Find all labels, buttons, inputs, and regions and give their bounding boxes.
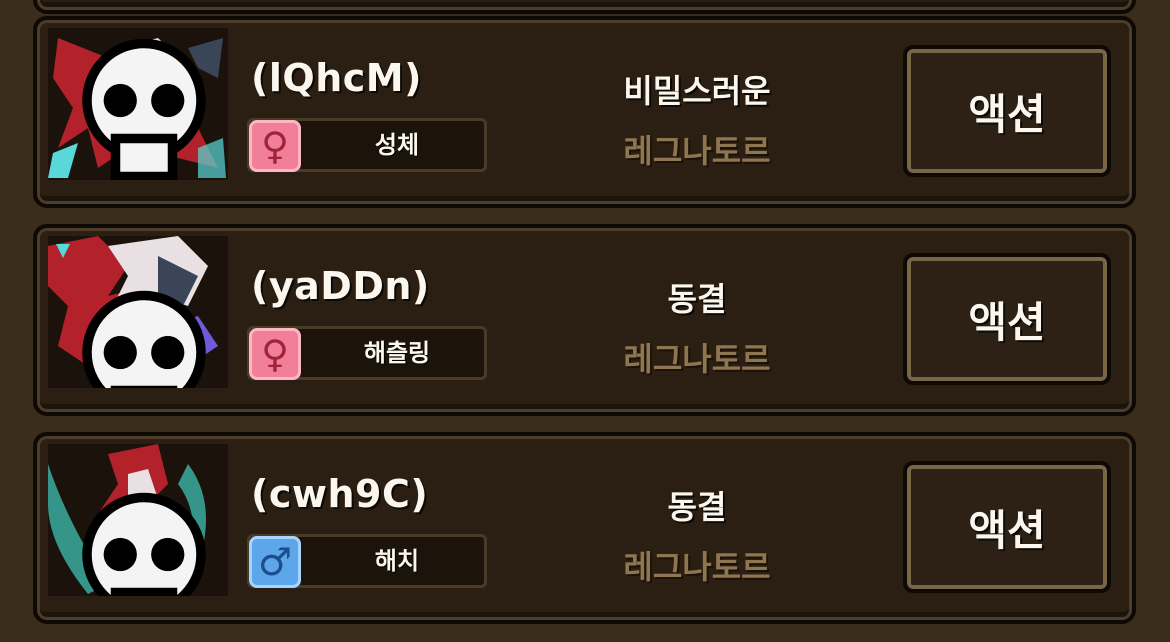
monster-state: 동결 [667, 488, 727, 526]
monster-portrait [48, 236, 228, 388]
action-button-label: 액션 [968, 505, 1046, 555]
monster-portrait [48, 444, 228, 596]
female-icon: ♀ [249, 120, 301, 172]
monster-species: 레그나토르 [623, 132, 771, 170]
skull-icon [82, 492, 206, 596]
monster-card[interactable]: (cwh9C) ♂ 해치 동결 레그나토르 액션 [33, 432, 1136, 624]
monster-name: (cwh9C) [251, 472, 429, 516]
skull-icon [82, 38, 206, 180]
monster-state: 동결 [667, 280, 727, 318]
skull-icon [82, 290, 206, 388]
monster-card[interactable]: (lQhcM) ♀ 성체 비밀스러운 레그나토르 액션 [33, 16, 1136, 208]
trait-bar: ♂ 해치 [247, 534, 487, 588]
action-button-label: 액션 [968, 89, 1046, 139]
monster-name: (lQhcM) [251, 56, 422, 100]
action-button[interactable]: 액션 [903, 253, 1111, 385]
monster-state: 비밀스러운 [623, 72, 771, 110]
male-icon: ♂ [249, 536, 301, 588]
monster-card[interactable]: (yaDDn) ♀ 해츨링 동결 레그나토르 액션 [33, 224, 1136, 416]
action-button[interactable]: 액션 [903, 45, 1111, 177]
trait-label: 성체 [374, 131, 420, 159]
trait-bar: ♀ 해츨링 [247, 326, 487, 380]
action-button[interactable]: 액션 [903, 461, 1111, 593]
trait-label: 해츨링 [363, 339, 431, 367]
trait-bar: ♀ 성체 [247, 118, 487, 172]
monster-card-partial [33, 0, 1136, 14]
monster-species: 레그나토르 [623, 340, 771, 378]
trait-label: 해치 [374, 547, 420, 575]
monster-portrait [48, 28, 228, 180]
female-icon: ♀ [249, 328, 301, 380]
monster-species: 레그나토르 [623, 548, 771, 586]
monster-list: (lQhcM) ♀ 성체 비밀스러운 레그나토르 액션 (yaDDn) ♀ 해츨… [0, 0, 1170, 642]
monster-name: (yaDDn) [251, 264, 430, 308]
action-button-label: 액션 [968, 297, 1046, 347]
